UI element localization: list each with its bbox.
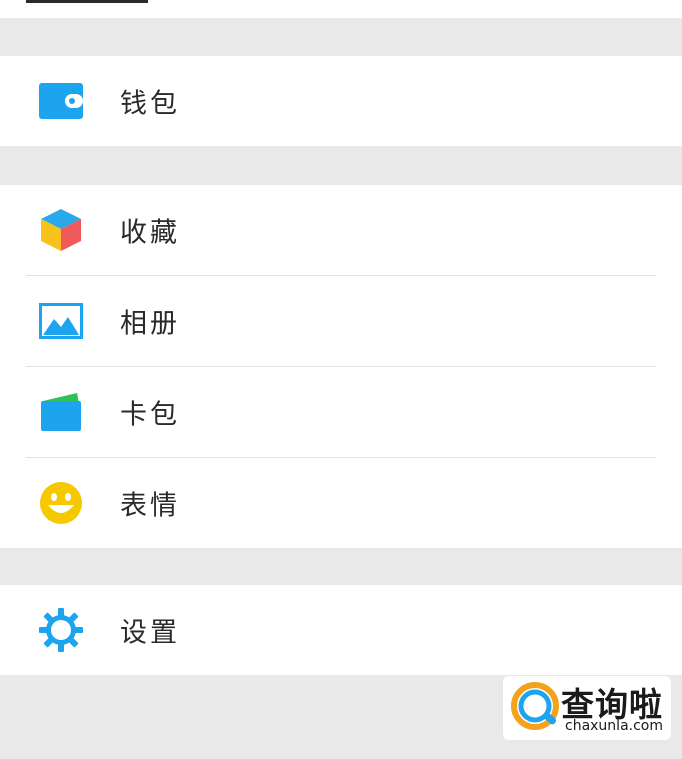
features-section: 收藏 相册 卡包 表情	[0, 185, 682, 548]
album-photo-icon	[38, 298, 84, 344]
gear-icon	[38, 607, 84, 653]
menu-item-label: 表情	[120, 490, 180, 522]
sticker-smiley-icon	[38, 480, 84, 526]
favorites-cube-icon	[38, 207, 84, 253]
menu-item-label: 相册	[120, 308, 180, 340]
menu-item-label: 钱包	[120, 88, 180, 120]
wallet-section: 钱包	[0, 56, 682, 146]
card-package-icon	[38, 389, 84, 435]
menu-item-favorites[interactable]: 收藏	[0, 185, 682, 275]
wallet-icon	[38, 78, 84, 124]
menu-item-settings[interactable]: 设置	[0, 585, 682, 675]
menu-item-card-package[interactable]: 卡包	[0, 367, 682, 457]
previous-item-thumbnail	[26, 0, 148, 3]
menu-item-stickers[interactable]: 表情	[0, 458, 682, 548]
menu-item-album[interactable]: 相册	[0, 276, 682, 366]
menu-item-label: 设置	[120, 617, 180, 649]
watermark-domain: chaxunla.com	[565, 718, 663, 734]
menu-item-label: 卡包	[120, 399, 180, 431]
previous-section	[0, 0, 682, 18]
menu-item-wallet[interactable]: 钱包	[0, 56, 682, 146]
watermark: 查询啦 chaxunla.com	[503, 676, 671, 740]
settings-section: 设置	[0, 585, 682, 675]
chaxunla-logo-icon	[511, 682, 559, 730]
menu-item-label: 收藏	[120, 217, 180, 249]
